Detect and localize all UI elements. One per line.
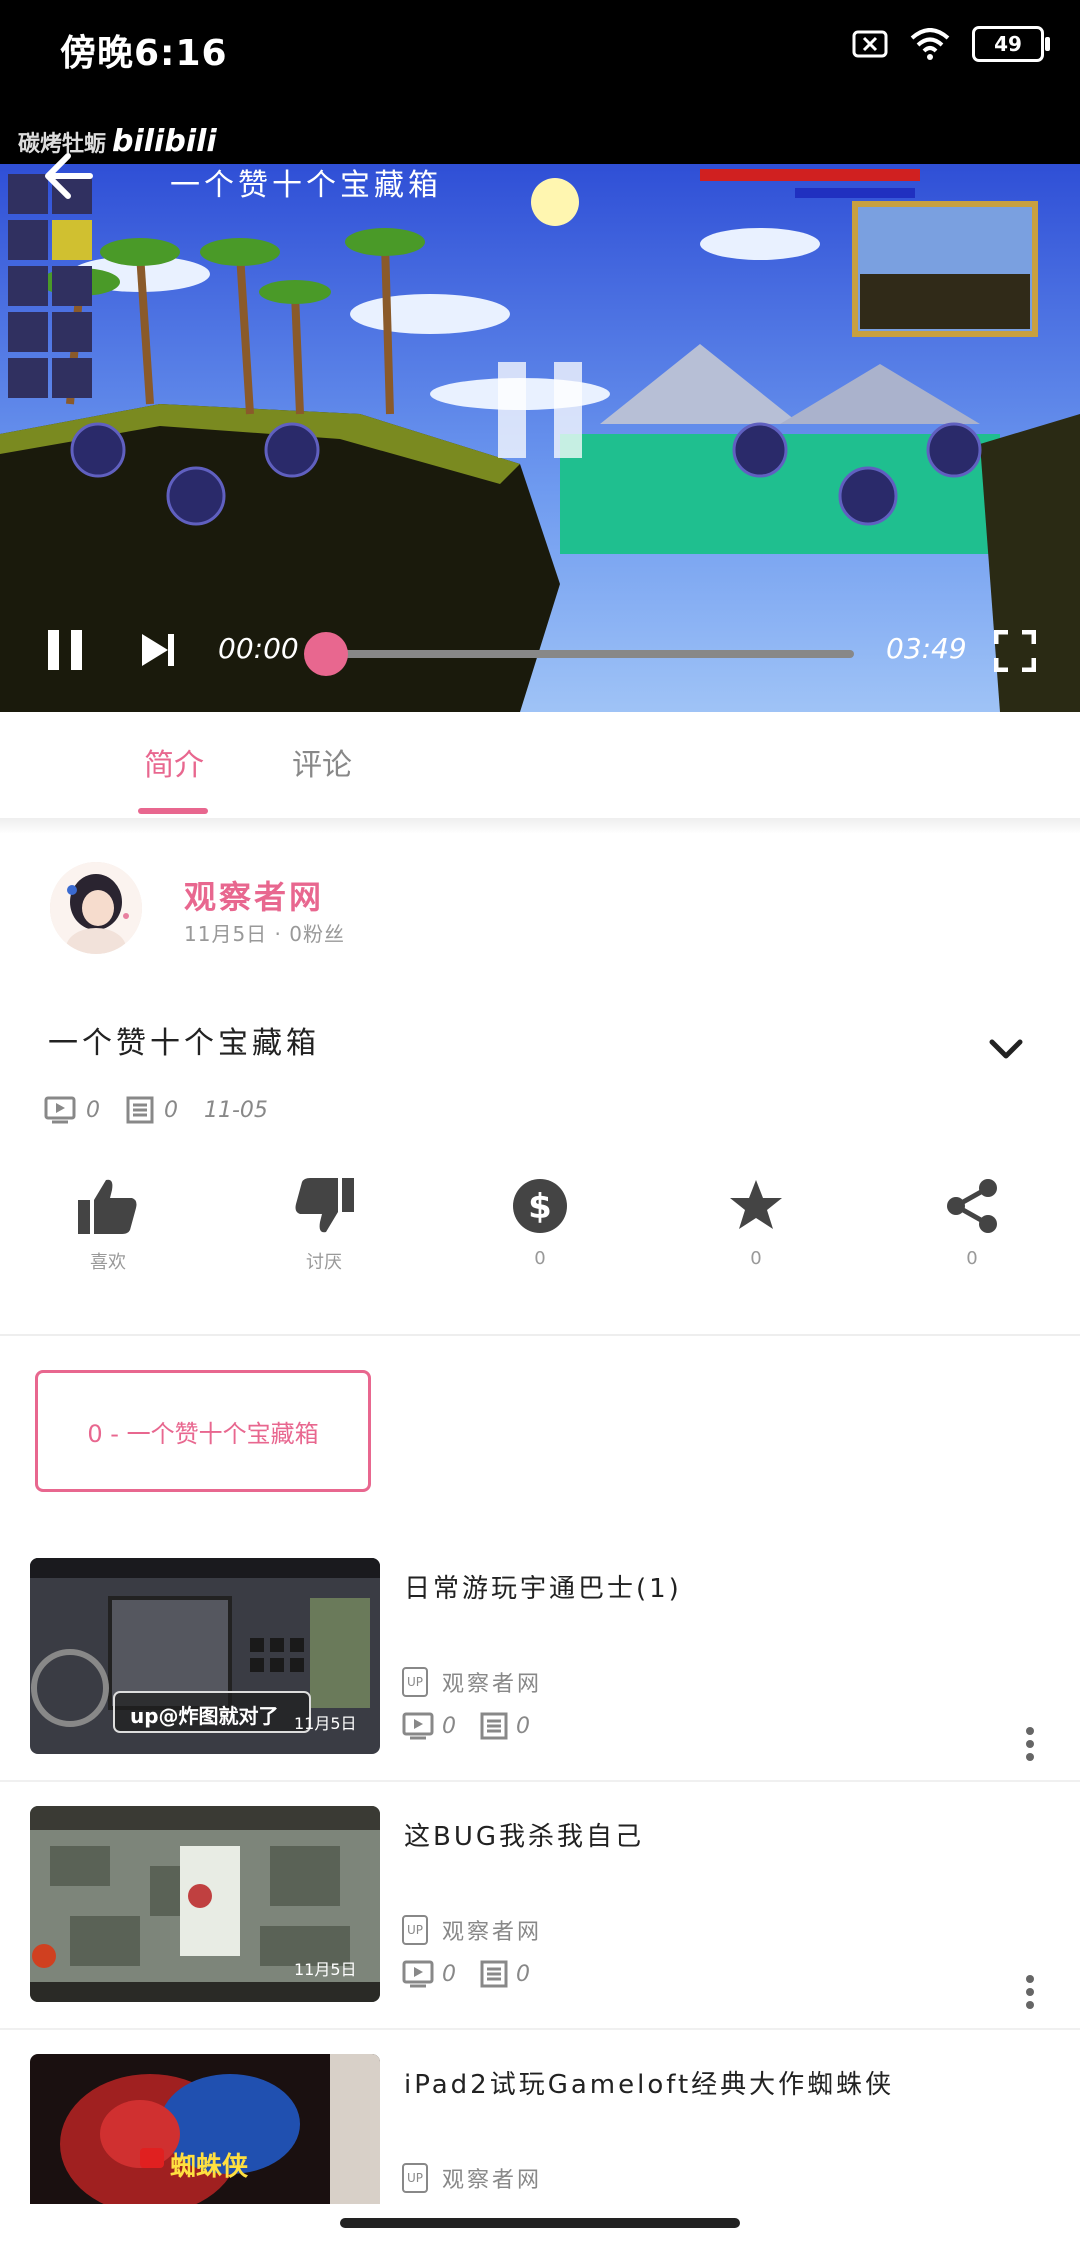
progress-bar[interactable] — [326, 650, 854, 658]
star-icon — [730, 1180, 782, 1229]
coin-count: 0 — [534, 1248, 546, 1269]
wifi-icon — [910, 28, 950, 60]
bilibili-logo: bilibili — [112, 124, 217, 159]
thumbnail[interactable]: up@炸图就对了 11月5日 — [30, 1558, 380, 1754]
sim-x-icon — [852, 30, 888, 58]
recommendation-stats: 0 0 — [402, 1960, 554, 1988]
uploader-name: 观察者网 — [442, 2168, 543, 2193]
player-controls: 00:00 03:49 — [0, 610, 1080, 690]
recommendation-title[interactable]: 这BUG我杀我自己 — [404, 1816, 644, 1853]
up-badge-icon: UP — [402, 1915, 428, 1945]
battery-icon: 49 — [972, 26, 1050, 62]
recommendation-item[interactable]: 蜘蛛侠 iPad2试玩Gameloft经典大作蜘蛛侠 UP 观察者网 — [0, 2054, 1080, 2204]
status-time: 傍晚6:16 — [60, 33, 228, 74]
dislike-label: 讨厌 — [306, 1252, 342, 1273]
recommendation-uploader: UP 观察者网 — [402, 1914, 542, 1946]
tabs-shadow — [0, 818, 1080, 834]
danmaku-icon — [480, 1960, 508, 1988]
danmaku-count: 0 — [516, 1961, 530, 1987]
danmaku-icon — [480, 1712, 508, 1740]
danmaku-icon — [126, 1096, 154, 1124]
thumbnail-caption: up@炸图就对了 — [130, 1704, 279, 1728]
episode-button[interactable]: 0 - 一个赞十个宝藏箱 — [35, 1370, 371, 1492]
danmaku-count: 0 — [164, 1097, 178, 1123]
publish-date: 11-05 — [204, 1097, 268, 1123]
item-divider — [0, 1780, 1080, 1782]
current-time: 00:00 — [218, 632, 299, 665]
author-name[interactable]: 观察者网 — [184, 872, 324, 918]
favorite-button[interactable]: 0 — [696, 1176, 816, 1269]
share-icon — [947, 1179, 997, 1233]
favorite-count: 0 — [750, 1248, 762, 1269]
action-bar: 喜欢 讨厌 $ 0 0 0 — [0, 1176, 1080, 1286]
more-vertical-icon[interactable] — [1020, 1974, 1040, 2010]
tab-comments[interactable]: 评论 — [292, 740, 352, 784]
recommendation-item[interactable]: 11月5日 这BUG我杀我自己 UP 观察者网 0 0 — [0, 1806, 1080, 2054]
tab-intro[interactable]: 简介 — [144, 740, 204, 784]
pause-icon[interactable] — [46, 628, 84, 672]
thumbs-down-icon — [295, 1178, 354, 1233]
tab-bar: 简介 评论 — [0, 712, 1080, 818]
tab-underline — [138, 808, 208, 814]
recommendation-title[interactable]: iPad2试玩Gameloft经典大作蜘蛛侠 — [404, 2064, 894, 2101]
status-icons: 49 — [852, 26, 1050, 62]
coin-icon: $ — [513, 1179, 567, 1233]
uploader-name: 观察者网 — [442, 1672, 543, 1697]
uploader-name: 观察者网 — [442, 1920, 543, 1945]
like-button[interactable]: 喜欢 — [48, 1176, 168, 1274]
author-date: 11月5日 — [184, 922, 268, 946]
coin-button[interactable]: $ 0 — [480, 1176, 600, 1269]
play-count-icon — [44, 1096, 76, 1124]
recommendation-stats: 0 0 — [402, 1712, 554, 1740]
recommendation-title[interactable]: 日常游玩宇通巴士(1) — [404, 1568, 682, 1605]
back-arrow-icon[interactable] — [38, 146, 98, 206]
up-badge-icon: UP — [402, 2163, 428, 2193]
play-count: 0 — [442, 1961, 456, 1987]
author-fans: 0粉丝 — [289, 922, 345, 946]
battery-level: 49 — [994, 32, 1022, 56]
video-overlay-title: 一个赞十个宝藏箱 — [170, 168, 442, 203]
video-title: 一个赞十个宝藏箱 — [48, 1026, 320, 1061]
item-divider — [0, 2028, 1080, 2030]
recommendation-uploader: UP 观察者网 — [402, 1666, 542, 1698]
danmaku-count: 0 — [516, 1713, 530, 1739]
video-player[interactable]: 碳烤牡蛎 bilibili 一个赞十个宝藏箱 00:00 03:49 — [0, 100, 1080, 712]
svg-text:$: $ — [528, 1187, 552, 1227]
like-label: 喜欢 — [90, 1252, 126, 1273]
status-bar: 傍晚6:16 49 — [0, 0, 1080, 100]
share-button[interactable]: 0 — [912, 1176, 1032, 1269]
play-count: 0 — [86, 1097, 100, 1123]
home-indicator[interactable] — [340, 2218, 740, 2228]
progress-knob[interactable] — [304, 632, 348, 676]
total-time: 03:49 — [886, 632, 967, 665]
thumbnail-caption: 蜘蛛侠 — [170, 2152, 249, 2182]
thumbnail[interactable]: 蜘蛛侠 — [30, 2054, 380, 2204]
dislike-button[interactable]: 讨厌 — [264, 1176, 384, 1274]
video-stats: 0 0 11-05 — [44, 1096, 268, 1124]
center-pause-icon[interactable] — [498, 362, 582, 458]
recommendation-uploader: UP 观察者网 — [402, 2162, 542, 2194]
fullscreen-icon[interactable] — [994, 630, 1036, 672]
play-count-icon — [402, 1960, 434, 1988]
thumbs-up-icon — [78, 1179, 137, 1234]
avatar[interactable] — [50, 862, 142, 954]
thumbnail-date: 11月5日 — [294, 1960, 357, 1979]
chevron-down-icon[interactable] — [988, 1030, 1024, 1066]
play-count: 0 — [442, 1713, 456, 1739]
thumbnail-date: 11月5日 — [294, 1714, 357, 1733]
author-meta: 11月5日 · 0粉丝 — [184, 922, 345, 946]
more-vertical-icon[interactable] — [1020, 1726, 1040, 1762]
share-count: 0 — [966, 1248, 978, 1269]
play-count-icon — [402, 1712, 434, 1740]
next-icon[interactable] — [138, 630, 178, 670]
thumbnail[interactable]: 11月5日 — [30, 1806, 380, 2002]
up-badge-icon: UP — [402, 1667, 428, 1697]
section-divider — [0, 1334, 1080, 1336]
recommendation-item[interactable]: up@炸图就对了 11月5日 日常游玩宇通巴士(1) UP 观察者网 0 0 — [0, 1558, 1080, 1806]
